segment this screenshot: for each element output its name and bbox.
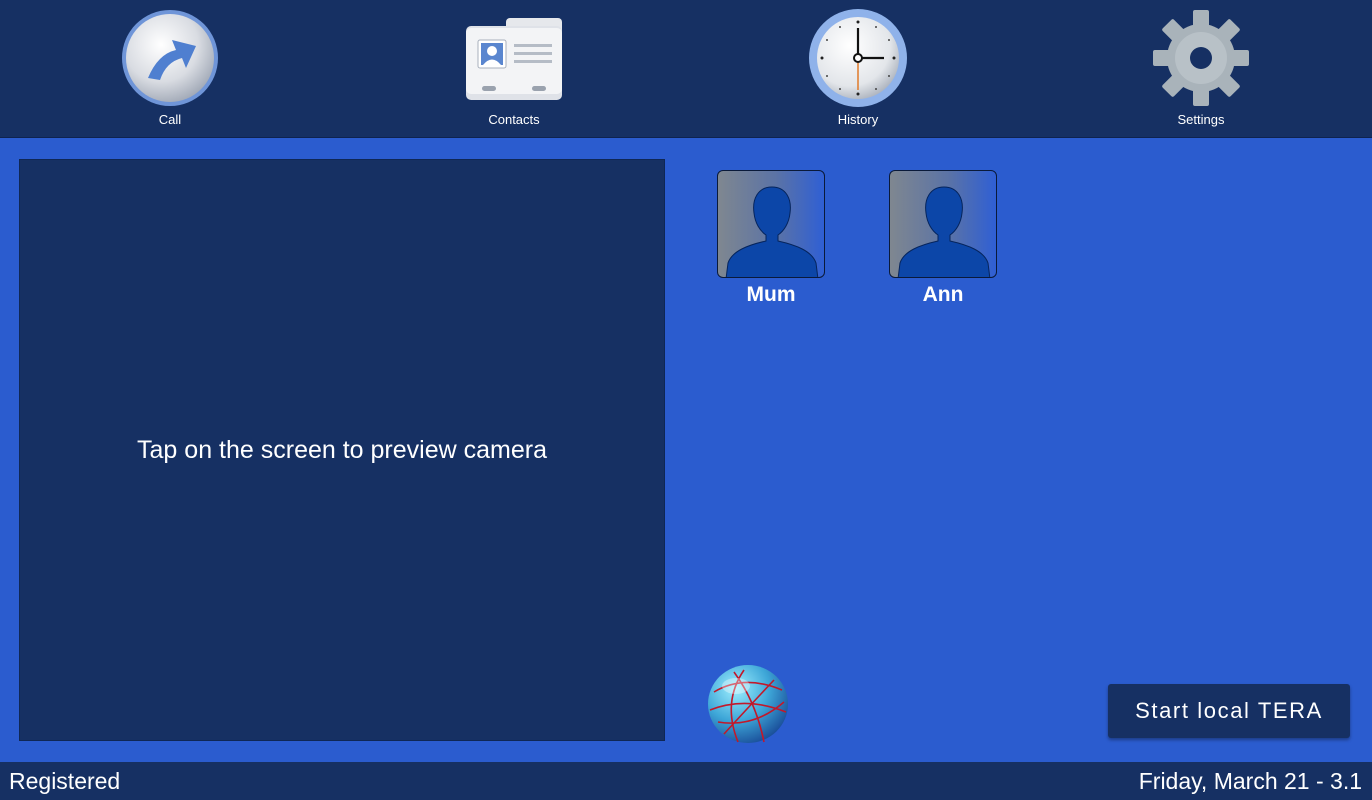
avatar: [717, 170, 825, 278]
clock-icon: [806, 6, 910, 110]
call-arrow-icon: [118, 6, 222, 110]
date-version-text: Friday, March 21 - 3.1: [1138, 768, 1362, 794]
settings-button[interactable]: Settings: [1131, 6, 1271, 134]
contact-name: Ann: [922, 283, 964, 306]
history-label: History: [837, 112, 879, 127]
preview-hint-text: Tap on the screen to preview camera: [137, 435, 547, 464]
contacts-card-icon: [462, 6, 566, 110]
status-bar: Registered Friday, March 21 - 3.1: [0, 762, 1372, 800]
registration-status: Registered: [9, 768, 121, 794]
call-label: Call: [158, 112, 182, 127]
gear-icon: [1149, 6, 1253, 110]
contacts-label: Contacts: [488, 112, 540, 127]
contacts-button[interactable]: Contacts: [444, 6, 584, 134]
history-button[interactable]: History: [788, 6, 928, 134]
contact-tile-ann[interactable]: Ann: [888, 170, 998, 310]
call-button[interactable]: Call: [100, 6, 240, 134]
contact-tile-mum[interactable]: Mum: [716, 170, 826, 310]
settings-label: Settings: [1177, 112, 1225, 127]
camera-preview-area[interactable]: Tap on the screen to preview camera: [19, 159, 665, 741]
network-globe-icon[interactable]: [704, 662, 792, 746]
contact-name: Mum: [746, 283, 796, 306]
person-silhouette-icon: [725, 186, 819, 277]
top-toolbar: Call Contacts History Settings: [0, 0, 1372, 138]
app-window: Call Contacts History Settings Tap on th…: [0, 0, 1372, 800]
avatar: [889, 170, 997, 278]
person-silhouette-icon: [897, 186, 991, 277]
start-local-tera-button[interactable]: Start local TERA: [1108, 684, 1350, 738]
